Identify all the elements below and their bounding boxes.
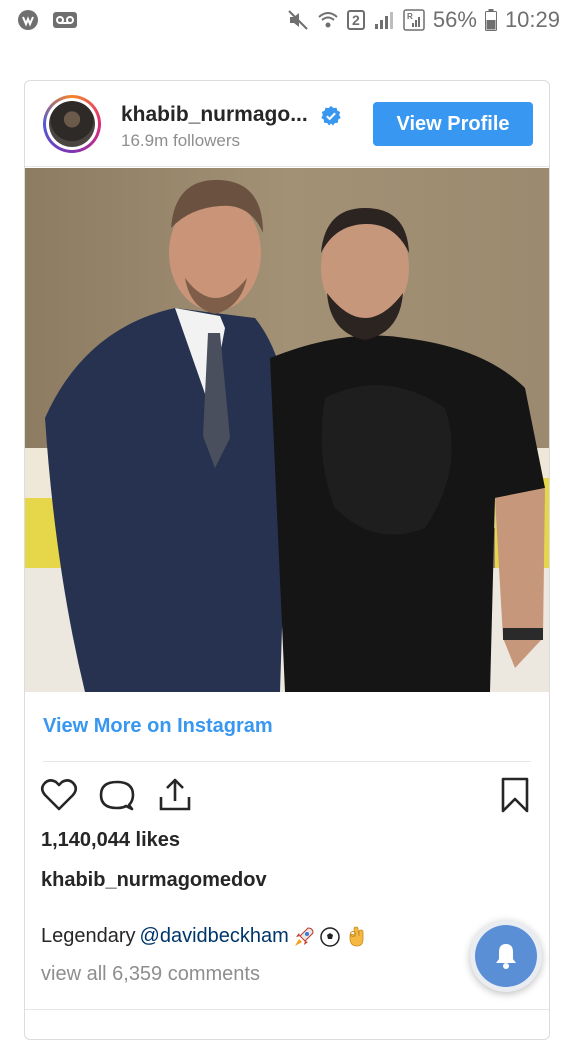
heart-icon[interactable]: [39, 775, 79, 815]
share-icon[interactable]: [155, 775, 195, 815]
post-author[interactable]: khabib_nurmagomedov: [41, 869, 267, 892]
caption-text: Legendary: [41, 925, 136, 947]
voicemail-icon: [52, 10, 78, 30]
wifi-icon: [317, 9, 339, 31]
soccer-ball-icon: [320, 926, 340, 947]
mute-icon: [287, 9, 309, 31]
bookmark-icon[interactable]: [495, 775, 535, 815]
mention-link[interactable]: @davidbeckham: [140, 925, 289, 948]
rocket-icon: [294, 926, 314, 946]
divider: [43, 761, 531, 762]
bottom-divider: [25, 1009, 549, 1010]
sim-icon: 2: [346, 10, 365, 30]
bell-icon: [496, 944, 516, 969]
notification-bell-button[interactable]: [470, 920, 542, 992]
post-header: khabib_nurmago... 16.9m followers View P…: [25, 81, 549, 167]
verified-badge-icon: [321, 105, 341, 126]
instagram-embed-card: khabib_nurmago... 16.9m followers View P…: [24, 80, 550, 1040]
status-bar: 2 R 56% 10:29: [0, 0, 576, 40]
view-profile-button[interactable]: View Profile: [373, 102, 533, 146]
signal-icon: [373, 9, 395, 31]
view-more-on-instagram-link[interactable]: View More on Instagram: [43, 715, 273, 738]
status-left: [16, 8, 78, 32]
avatar[interactable]: [43, 95, 101, 153]
followers-count: 16.9m followers: [121, 131, 241, 150]
view-all-comments-link[interactable]: view all 6,359 comments: [41, 963, 260, 986]
svg-text:R: R: [407, 12, 413, 21]
clock: 10:29: [504, 7, 560, 32]
battery-icon: [484, 9, 497, 31]
post-photo[interactable]: [25, 168, 550, 692]
app-icon: [16, 8, 40, 32]
ok-hand-icon: [349, 926, 364, 946]
comment-icon[interactable]: [97, 775, 137, 815]
status-right: 2 R 56% 10:29: [287, 7, 560, 33]
post-caption: Legendary @davidbeckham: [41, 925, 367, 948]
signal-roaming-icon: R: [403, 9, 425, 31]
likes-count: 1,140,044 likes: [41, 829, 181, 851]
battery-percent: 56%: [432, 7, 477, 32]
username[interactable]: khabib_nurmago...: [121, 103, 308, 127]
